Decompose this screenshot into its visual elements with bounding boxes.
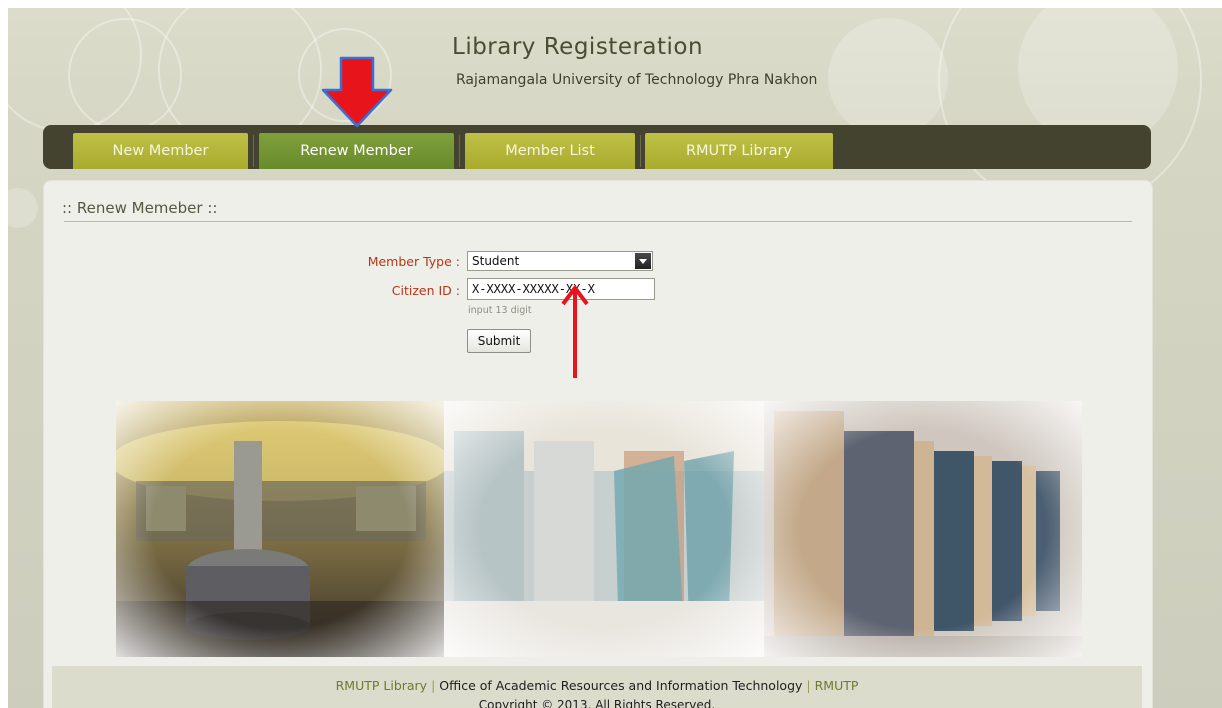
- citizen-id-hint: input 13 digit: [468, 305, 532, 316]
- citizen-id-label: Citizen ID :: [391, 283, 460, 298]
- footer-links: RMUTP Library | Office of Academic Resou…: [52, 678, 1142, 693]
- annotation-arrow-up-icon: [561, 286, 589, 378]
- nav-tab-member-list[interactable]: Member List: [465, 133, 635, 169]
- library-photo-entrance: [444, 401, 764, 657]
- library-photo-shelves: [764, 401, 1082, 657]
- nav-tab-renew-member[interactable]: Renew Member: [259, 133, 454, 169]
- member-type-label: Member Type :: [367, 254, 460, 269]
- page-frame: Library Registeration Rajamangala Univer…: [8, 8, 1222, 708]
- member-type-value: Student: [472, 254, 520, 268]
- library-photo-lobby: [116, 401, 444, 657]
- annotation-arrow-down-icon: [321, 56, 393, 128]
- footer-link-rmutp-library[interactable]: RMUTP Library: [336, 678, 427, 693]
- footer-separator: |: [806, 678, 811, 693]
- footer-office-text: Office of Academic Resources and Informa…: [439, 678, 803, 693]
- page-footer: RMUTP Library | Office of Academic Resou…: [52, 666, 1142, 708]
- nav-tab-rmutp-library[interactable]: RMUTP Library: [645, 133, 833, 169]
- nav-tab-new-member[interactable]: New Member: [73, 133, 248, 169]
- content-panel: :: Renew Memeber :: Member Type : Studen…: [43, 180, 1153, 708]
- main-navbar: New Member Renew Member Member List RMUT…: [43, 125, 1151, 169]
- footer-copyright: Copyright © 2013. All Rights Reserved.: [478, 698, 716, 708]
- member-type-select[interactable]: Student: [467, 251, 653, 271]
- section-divider: [64, 221, 1132, 222]
- section-title: :: Renew Memeber ::: [62, 199, 218, 217]
- site-title: Library Registeration: [452, 34, 704, 60]
- chevron-down-icon[interactable]: [635, 253, 651, 269]
- site-subtitle: Rajamangala University of Technology Phr…: [456, 72, 818, 88]
- footer-link-rmutp[interactable]: RMUTP: [815, 678, 859, 693]
- submit-button[interactable]: Submit: [467, 329, 531, 353]
- footer-separator: |: [431, 678, 436, 693]
